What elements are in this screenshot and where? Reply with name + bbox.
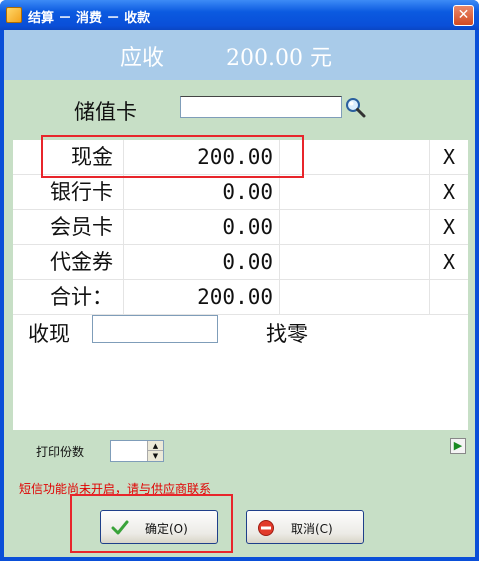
- clear-payment-button[interactable]: X: [430, 210, 468, 245]
- spin-up-icon[interactable]: ▲: [148, 441, 163, 451]
- spin-buttons[interactable]: ▲ ▼: [147, 441, 163, 461]
- title-bar: 结算 － 消费 － 收款 ✕: [0, 0, 479, 30]
- no-entry-icon: [257, 519, 275, 537]
- clear-payment-button[interactable]: X: [430, 175, 468, 210]
- highlight-box-cash-row: [41, 135, 304, 178]
- print-copies-stepper[interactable]: ▲ ▼: [110, 440, 164, 462]
- highlight-box-confirm-button: [70, 494, 233, 553]
- payment-blank-cell: [280, 175, 430, 210]
- payment-method-label: 银行卡: [13, 175, 124, 210]
- clear-payment-button[interactable]: X: [430, 245, 468, 280]
- total-label: 合计：: [13, 280, 124, 315]
- payment-amount[interactable]: 0.00: [124, 175, 280, 210]
- cancel-button-label: 取消(C): [291, 522, 333, 536]
- payment-method-label: 会员卡: [13, 210, 124, 245]
- payment-row-total: 合计： 200.00: [13, 280, 468, 315]
- cash-received-input[interactable]: [92, 315, 218, 343]
- payment-blank-cell: [280, 245, 430, 280]
- amount-due-value: 200.00 元: [226, 46, 332, 71]
- stored-value-card-label: 储值卡: [74, 100, 137, 124]
- spin-down-icon[interactable]: ▼: [148, 451, 163, 461]
- amount-due-label: 应收: [120, 46, 165, 71]
- cash-received-label: 收现: [28, 322, 70, 346]
- payment-blank-cell: [280, 280, 430, 315]
- payment-window: 结算 － 消费 － 收款 ✕ 应收 200.00 元 储值卡 现金 200.00…: [0, 0, 479, 561]
- payment-amount[interactable]: 0.00: [124, 245, 280, 280]
- stored-value-card-input[interactable]: [180, 96, 342, 118]
- app-icon: [6, 7, 22, 23]
- payment-row-voucher: 代金券 0.00 X: [13, 245, 468, 280]
- change-label: 找零: [266, 322, 308, 346]
- payment-row-bank-card: 银行卡 0.00 X: [13, 175, 468, 210]
- arrow-right-icon[interactable]: ▶: [450, 438, 466, 454]
- window-title: 结算 － 消费 － 收款: [28, 11, 151, 26]
- payment-amount[interactable]: 0.00: [124, 210, 280, 245]
- magnifier-icon[interactable]: [344, 96, 366, 118]
- payment-grid: 现金 200.00 X 银行卡 0.00 X 会员卡 0.00 X 代金券 0.…: [13, 140, 468, 430]
- payment-blank-cell: [430, 280, 468, 315]
- print-copies-label: 打印份数: [36, 445, 85, 459]
- close-button[interactable]: ✕: [453, 5, 474, 26]
- clear-payment-button[interactable]: X: [430, 140, 468, 175]
- total-amount: 200.00: [124, 280, 280, 315]
- payment-method-label: 代金券: [13, 245, 124, 280]
- amount-due-bar: 应收 200.00 元: [4, 30, 475, 80]
- client-area: 应收 200.00 元 储值卡 现金 200.00 X 银行卡 0.00 X 会…: [4, 30, 475, 557]
- payment-row-member-card: 会员卡 0.00 X: [13, 210, 468, 245]
- cancel-button[interactable]: 取消(C): [246, 510, 364, 544]
- payment-blank-cell: [280, 210, 430, 245]
